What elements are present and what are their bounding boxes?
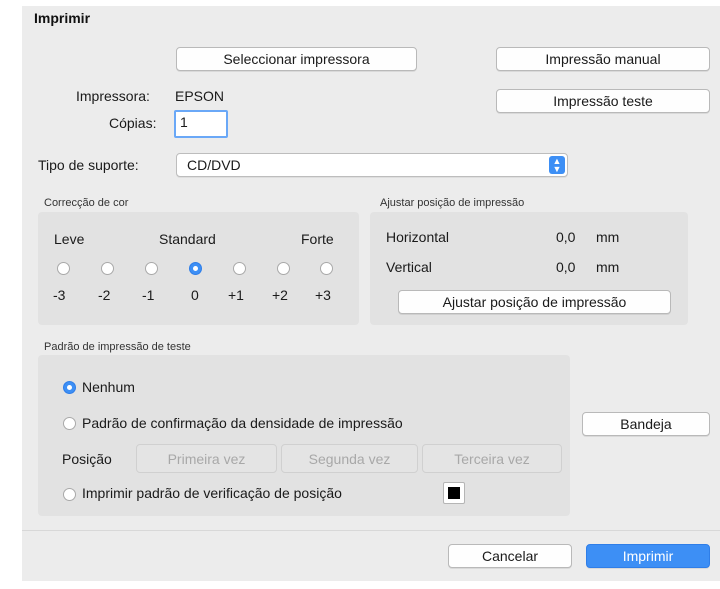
color-strong-label: Forte — [301, 231, 334, 247]
cancel-button[interactable]: Cancelar — [448, 544, 572, 568]
dialog-title: Imprimir — [34, 10, 91, 26]
position-label: Posição — [62, 451, 112, 467]
test-pattern-none-radio[interactable] — [63, 381, 76, 394]
vertical-label: Vertical — [386, 259, 432, 275]
tray-button[interactable]: Bandeja — [582, 412, 710, 436]
position-color-swatch[interactable] — [443, 482, 465, 504]
color-level-radio-m1[interactable] — [145, 262, 158, 275]
horizontal-label: Horizontal — [386, 229, 450, 245]
media-type-select[interactable]: CD/DVD ▲ ▼ — [176, 153, 568, 177]
copies-label: Cópias: — [109, 115, 157, 131]
color-level-label: -2 — [98, 287, 111, 303]
color-correction-title: Correcção de cor — [44, 197, 129, 209]
color-level-label: +2 — [272, 287, 288, 303]
vertical-unit: mm — [596, 259, 620, 275]
color-level-radio-m2[interactable] — [101, 262, 114, 275]
check-position-label: Imprimir padrão de verificação de posiçã… — [82, 485, 342, 501]
first-time-button[interactable]: Primeira vez — [136, 444, 277, 473]
color-level-label: 0 — [191, 287, 199, 303]
test-pattern-title: Padrão de impressão de teste — [44, 341, 191, 353]
check-position-radio[interactable] — [63, 488, 76, 501]
select-printer-button[interactable]: Seleccionar impressora — [176, 47, 417, 71]
color-level-radio-p2[interactable] — [277, 262, 290, 275]
color-low-label: Leve — [54, 231, 85, 247]
chevron-updown-icon: ▲ ▼ — [549, 156, 565, 174]
print-button[interactable]: Imprimir — [586, 544, 710, 568]
footer-divider — [22, 530, 720, 531]
color-level-label: +1 — [228, 287, 244, 303]
test-pattern-density-radio[interactable] — [63, 417, 76, 430]
vertical-value: 0,0 — [556, 259, 576, 275]
print-position-title: Ajustar posição de impressão — [380, 197, 525, 209]
color-level-label: +3 — [315, 287, 331, 303]
color-level-radio-m3[interactable] — [57, 262, 70, 275]
printer-name: EPSON — [175, 88, 225, 104]
media-type-value: CD/DVD — [187, 157, 241, 173]
adjust-position-button[interactable]: Ajustar posição de impressão — [398, 290, 671, 314]
color-level-label: -1 — [142, 287, 155, 303]
copies-input[interactable]: 1 — [174, 110, 228, 138]
color-level-label: -3 — [53, 287, 66, 303]
color-level-radio-0[interactable] — [189, 262, 202, 275]
third-time-button[interactable]: Terceira vez — [422, 444, 562, 473]
color-level-radio-p3[interactable] — [320, 262, 333, 275]
color-level-radio-p1[interactable] — [233, 262, 246, 275]
test-pattern-none-label: Nenhum — [82, 379, 135, 395]
manual-print-button[interactable]: Impressão manual — [496, 47, 710, 71]
second-time-button[interactable]: Segunda vez — [281, 444, 418, 473]
horizontal-value: 0,0 — [556, 229, 576, 245]
media-type-label: Tipo de suporte: — [38, 157, 139, 173]
test-pattern-density-label: Padrão de confirmação da densidade de im… — [82, 415, 403, 431]
test-print-button[interactable]: Impressão teste — [496, 89, 710, 113]
color-standard-label: Standard — [159, 231, 216, 247]
horizontal-unit: mm — [596, 229, 620, 245]
printer-label: Impressora: — [76, 88, 150, 104]
